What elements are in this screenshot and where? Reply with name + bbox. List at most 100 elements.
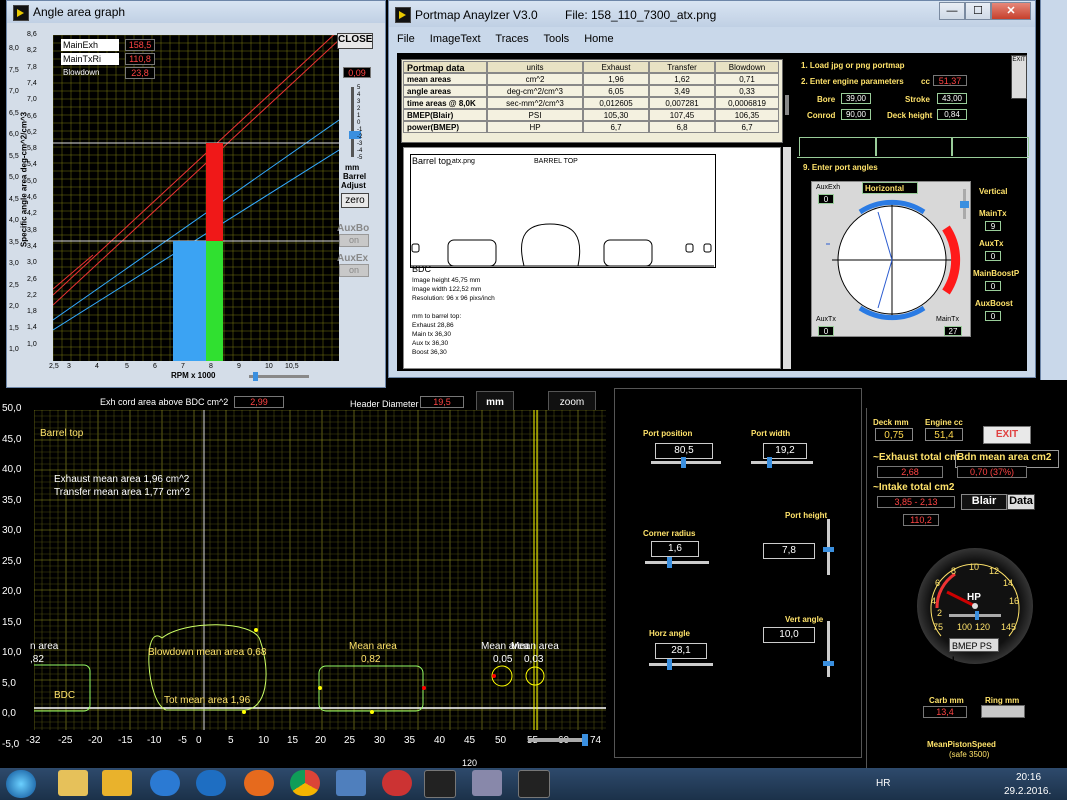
auxboost-input[interactable]: 0	[985, 311, 1001, 321]
left-mean-area-label: n area	[30, 641, 59, 652]
mm-button-label: mm	[486, 397, 504, 408]
vertical-slider[interactable]	[960, 189, 969, 219]
barrel-adjust-tick: -1	[357, 127, 363, 133]
port-shape-plot[interactable]: Barrel top Exhaust mean area 1,96 cm^2 T…	[30, 410, 606, 730]
y-tick-label: 20,0	[2, 586, 22, 597]
horz-angle-slider[interactable]	[649, 659, 713, 670]
corner-radius-input[interactable]: 1,6	[651, 541, 699, 557]
file-explorer-icon[interactable]	[58, 770, 88, 796]
legend-maintxri[interactable]: MainTxRi	[61, 53, 119, 65]
gauge-scale-slider[interactable]	[949, 611, 1001, 620]
zero-button[interactable]: zero	[341, 193, 369, 208]
vert-angle-label: Vert angle	[785, 615, 824, 624]
port-height-slider[interactable]	[823, 519, 834, 575]
window-close-button[interactable]: ✕	[991, 2, 1031, 20]
menu-traces[interactable]: Traces	[495, 33, 528, 45]
table-scrollbar[interactable]	[785, 95, 789, 115]
rpm-slider[interactable]	[249, 372, 309, 381]
portmap-exit-button[interactable]: EXIT	[1011, 55, 1027, 99]
blair-button[interactable]: Blair	[961, 494, 1007, 510]
mean-area-label-1: Mean area	[349, 641, 397, 652]
maintx-bottom-input[interactable]: 27	[944, 326, 962, 336]
aux-bo-toggle[interactable]: on	[339, 234, 369, 247]
chrome-icon[interactable]	[290, 770, 320, 796]
table-header-cell: Blowdown	[715, 61, 779, 73]
marker-dot-4	[370, 710, 374, 714]
mail-icon[interactable]	[102, 770, 132, 796]
y-tick-label: 50,0	[2, 403, 22, 414]
x-tick-label: 5	[228, 735, 234, 746]
table-cell: mean areas	[403, 73, 487, 85]
vert-angle-input[interactable]: 10,0	[763, 627, 815, 643]
bore-input[interactable]: 39,00	[841, 93, 871, 104]
table-cell: 0,0006819	[715, 97, 779, 109]
angle-plot-frame: MainExh 158,5 MainTxRi 110,8 Blowdown 23…	[9, 25, 339, 381]
window-app-icon[interactable]	[336, 770, 366, 796]
aux-ex-toggle[interactable]: on	[339, 264, 369, 277]
angle-window-titlebar[interactable]: Angle area graph	[7, 1, 385, 23]
labview-icon-2[interactable]	[518, 770, 550, 798]
deck-height-input[interactable]: 0,84	[937, 109, 967, 120]
maximize-button[interactable]: ☐	[965, 2, 991, 20]
clock-date[interactable]: 29.2.2016.	[1004, 786, 1051, 797]
portmap-image-area[interactable]: Barrel top _atx.png BARREL TOP BDC Image…	[403, 147, 781, 369]
exit-button[interactable]: EXIT	[983, 426, 1031, 444]
firefox-icon[interactable]	[244, 770, 274, 796]
y-tick-label: 25,0	[2, 555, 22, 567]
table-header-cell: Exhaust	[583, 61, 649, 73]
vertical-label: Vertical	[979, 187, 1008, 196]
data-button[interactable]: Data	[1007, 494, 1035, 510]
d-app-icon[interactable]	[382, 770, 412, 796]
auxtx-bottom-input[interactable]: 0	[818, 326, 834, 336]
portmap-titlebar[interactable]: Portmap Anaylzer V3.0 File: 158_110_7300…	[389, 1, 1035, 27]
mainboost-input[interactable]: 0	[985, 281, 1001, 291]
tab-1[interactable]	[799, 137, 877, 156]
close-button-label: CLOSE	[338, 34, 373, 45]
mean-area-label-3: Mean area	[511, 641, 559, 652]
mean-area-value-3: 0,03	[524, 654, 544, 665]
table-cell: angle areas	[403, 85, 487, 97]
paint-icon[interactable]	[472, 770, 502, 796]
menu-file[interactable]: File	[397, 33, 415, 45]
y-tick-label: -5,0	[2, 738, 20, 750]
angle-plot-area[interactable]: MainExh 158,5 MainTxRi 110,8 Blowdown 23…	[53, 35, 339, 361]
stroke-input[interactable]: 43,00	[937, 93, 967, 104]
horz-angle-input[interactable]: 28,1	[655, 643, 707, 659]
tab-2[interactable]	[875, 137, 953, 156]
start-button[interactable]	[6, 770, 36, 798]
image-info-line: Exhaust 28,86	[412, 322, 454, 329]
x-scroll-slider[interactable]	[528, 734, 588, 746]
menu-tools[interactable]: Tools	[543, 33, 569, 45]
gauge-bottom-75: 75	[933, 622, 944, 632]
auxexh-input[interactable]: 0	[818, 194, 834, 204]
menu-home[interactable]: Home	[584, 33, 613, 45]
image-scrollbar[interactable]	[783, 147, 791, 369]
horizontal-label-box: Horizontal	[862, 182, 918, 194]
labview-icon-1[interactable]	[424, 770, 456, 798]
table-cell: BMEP(Blair)	[403, 109, 487, 121]
tab-3[interactable]	[951, 137, 1029, 156]
carb-value: 13,4	[923, 706, 967, 718]
conrod-input[interactable]: 90,00	[841, 109, 871, 120]
bdc-label: BDC	[54, 690, 76, 701]
firefox-globe-icon[interactable]	[196, 770, 226, 796]
port-height-input[interactable]: 7,8	[763, 543, 815, 559]
vert-angle-slider[interactable]	[823, 621, 834, 677]
ring-input[interactable]	[981, 705, 1025, 718]
language-indicator[interactable]: HR	[876, 778, 890, 789]
clock-time[interactable]: 20:16	[1016, 772, 1041, 783]
close-button[interactable]: CLOSE	[337, 33, 373, 49]
table-cell: 107,45	[649, 109, 715, 121]
port-position-slider[interactable]	[651, 457, 721, 468]
auxtx-input[interactable]: 0	[985, 251, 1001, 261]
legend-mainexh[interactable]: MainExh	[61, 39, 119, 51]
barrel-adjust-slider[interactable]	[349, 87, 361, 157]
aux-bo-label: AuxBo	[337, 223, 370, 234]
port-width-slider[interactable]	[751, 457, 813, 468]
ie-icon[interactable]	[150, 770, 180, 796]
minimize-button[interactable]: —	[939, 2, 965, 20]
menu-imagetext[interactable]: ImageText	[430, 33, 481, 45]
corner-radius-slider[interactable]	[645, 557, 709, 568]
maintx-input[interactable]: 9	[985, 221, 1001, 231]
bmep-selector[interactable]: BMEP PS L	[949, 638, 999, 665]
